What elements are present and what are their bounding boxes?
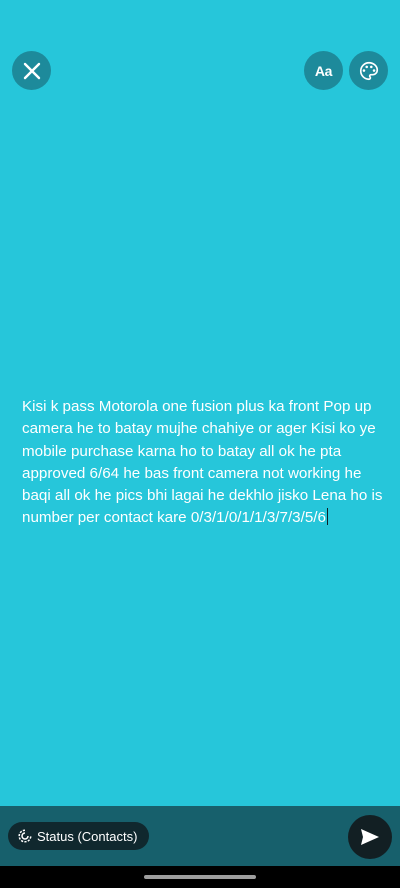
send-icon [361, 829, 379, 845]
font-style-label: Aa [314, 62, 333, 79]
status-text-composer[interactable]: Kisi k pass Motorola one fusion plus ka … [22, 396, 384, 530]
close-icon [23, 62, 40, 79]
system-navigation-bar [0, 866, 400, 888]
status-icon [18, 829, 32, 843]
palette-icon [359, 61, 378, 80]
status-privacy-label: Status (Contacts) [37, 828, 138, 844]
status-text: Kisi k pass Motorola one fusion plus ka … [22, 398, 383, 527]
home-indicator[interactable] [144, 875, 256, 879]
close-button[interactable] [12, 51, 51, 90]
bottom-bar: Status (Contacts) [0, 806, 400, 866]
text-cursor [326, 508, 329, 526]
font-style-button[interactable]: Aa [304, 51, 343, 90]
color-palette-button[interactable] [349, 51, 388, 90]
top-toolbar: Aa [0, 0, 400, 140]
send-button[interactable] [348, 815, 392, 859]
status-privacy-button[interactable]: Status (Contacts) [8, 822, 150, 850]
